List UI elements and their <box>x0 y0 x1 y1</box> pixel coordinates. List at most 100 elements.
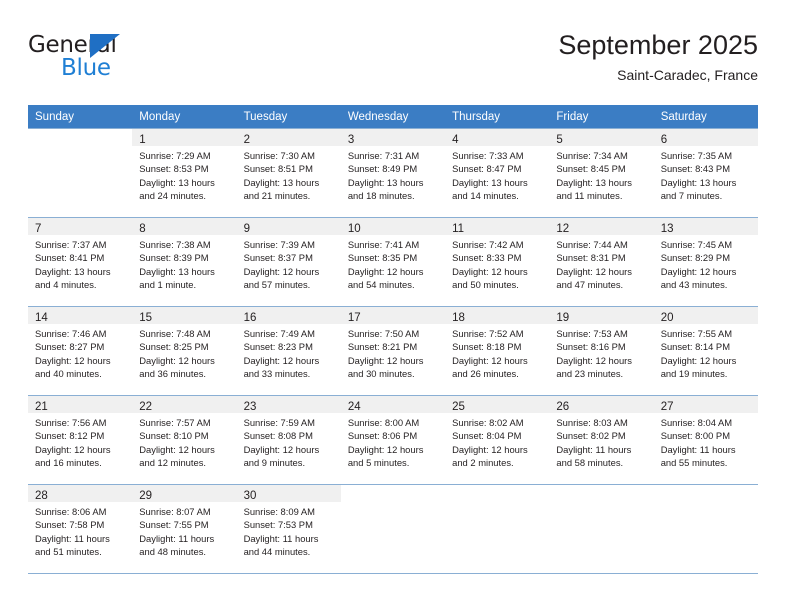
calendar-day-cell[interactable]: 19 Sunrise: 7:53 AM Sunset: 8:16 PM Dayligh… <box>549 306 654 396</box>
day-sunset-text: Sunset: 8:21 PM <box>347 341 418 353</box>
calendar-day-cell[interactable]: 9 Sunrise: 7:39 AM Sunset: 8:37 PM Daylight… <box>236 217 341 307</box>
day-daylight-1-text: Daylight: 12 hours <box>452 354 528 366</box>
day-number-bar <box>28 129 132 146</box>
day-daylight-1-text: Daylight: 12 hours <box>452 265 528 277</box>
day-daylight-1-text: Daylight: 12 hours <box>243 354 320 366</box>
day-info-block: Sunrise: 7:38 AM Sunset: 8:39 PM Daylight:… <box>132 235 236 292</box>
weekday-header-monday: Monday <box>132 105 237 129</box>
day-daylight-1-text: Daylight: 12 hours <box>243 443 320 455</box>
calendar-day-cell[interactable]: 18 Sunrise: 7:52 AM Sunset: 8:18 PM Dayligh… <box>445 306 550 396</box>
calendar-day-cell[interactable]: 5 Sunrise: 7:34 AM Sunset: 8:45 PM Daylight… <box>549 128 654 218</box>
calendar-empty-cell <box>28 128 133 218</box>
calendar-day-cell[interactable]: 28 Sunrise: 8:06 AM Sunset: 7:58 PM Dayligh… <box>28 484 133 574</box>
calendar-week-row: 14 Sunrise: 7:46 AM Sunset: 8:27 PM Dayligh… <box>28 306 758 396</box>
calendar-day-cell[interactable]: 22 Sunrise: 7:57 AM Sunset: 8:10 PM Dayligh… <box>132 395 237 485</box>
day-sunrise-text: Sunrise: 7:55 AM <box>660 328 733 339</box>
day-info-block <box>654 502 758 505</box>
day-daylight-2-text: and 9 minutes. <box>243 457 306 469</box>
day-number-bar: 21 <box>28 396 133 413</box>
day-sunrise-text: Sunrise: 7:30 AM <box>243 150 315 161</box>
day-sunrise-text: Sunrise: 7:52 AM <box>452 328 524 339</box>
day-daylight-2-text: and 48 minutes. <box>139 546 206 558</box>
day-daylight-2-text: and 19 minutes. <box>660 368 728 380</box>
calendar-day-cell[interactable]: 21 Sunrise: 7:56 AM Sunset: 8:12 PM Dayligh… <box>28 395 133 485</box>
day-number: 30 <box>243 490 257 502</box>
day-sunrise-text: Sunrise: 7:29 AM <box>139 150 211 161</box>
day-daylight-1-text: Daylight: 13 hours <box>243 176 320 188</box>
calendar-day-cell[interactable]: 27 Sunrise: 8:04 AM Sunset: 8:00 PM Dayligh… <box>653 395 758 485</box>
day-sunset-text: Sunset: 8:04 PM <box>452 430 522 442</box>
day-info-block <box>445 502 549 505</box>
day-number-bar: 28 <box>28 485 133 502</box>
day-number-bar: 27 <box>653 396 758 413</box>
day-daylight-1-text: Daylight: 13 hours <box>556 176 632 188</box>
day-cell-inner: 4 Sunrise: 7:33 AM Sunset: 8:47 PM Daylight… <box>445 129 550 217</box>
day-cell-inner: 1 Sunrise: 7:29 AM Sunset: 8:53 PM Daylight… <box>132 129 237 217</box>
day-number: 6 <box>660 134 668 146</box>
calendar-header-row: Sunday Monday Tuesday Wednesday Thursday Frid… <box>28 105 758 129</box>
calendar-day-cell[interactable]: 15 Sunrise: 7:48 AM Sunset: 8:25 PM Dayligh… <box>132 306 237 396</box>
calendar-day-cell[interactable]: 10 Sunrise: 7:41 AM Sunset: 8:35 PM Dayligh… <box>340 217 446 307</box>
day-daylight-1-text: Daylight: 12 hours <box>556 354 632 366</box>
day-number-bar <box>654 485 758 502</box>
day-daylight-2-text: and 5 minutes. <box>347 457 410 469</box>
day-sunset-text: Sunset: 8:12 PM <box>35 430 105 442</box>
calendar-day-cell[interactable]: 20 Sunrise: 7:55 AM Sunset: 8:14 PM Dayligh… <box>653 306 758 396</box>
calendar-day-cell[interactable]: 14 Sunrise: 7:46 AM Sunset: 8:27 PM Dayligh… <box>28 306 133 396</box>
calendar-day-cell[interactable]: 3 Sunrise: 7:31 AM Sunset: 8:49 PM Daylight… <box>340 128 446 218</box>
calendar-day-cell[interactable]: 8 Sunrise: 7:38 AM Sunset: 8:39 PM Daylight… <box>132 217 237 307</box>
calendar-day-cell[interactable]: 25 Sunrise: 8:02 AM Sunset: 8:04 PM Dayligh… <box>445 395 550 485</box>
day-daylight-2-text: and 14 minutes. <box>452 190 519 202</box>
day-sunset-text: Sunset: 8:02 PM <box>556 430 626 442</box>
day-daylight-1-text: Daylight: 13 hours <box>347 176 424 188</box>
day-daylight-1-text: Daylight: 12 hours <box>556 265 632 277</box>
day-number-bar: 10 <box>340 218 446 235</box>
calendar-body: 1 Sunrise: 7:29 AM Sunset: 8:53 PM Daylight… <box>28 128 758 574</box>
calendar-day-cell[interactable]: 6 Sunrise: 7:35 AM Sunset: 8:43 PM Daylight… <box>653 128 758 218</box>
day-sunrise-text: Sunrise: 7:57 AM <box>139 417 211 428</box>
weekday-headers: Sunday Monday Tuesday Wednesday Thursday Frid… <box>28 105 758 129</box>
calendar-day-cell[interactable]: 13 Sunrise: 7:45 AM Sunset: 8:29 PM Dayligh… <box>653 217 758 307</box>
day-number: 12 <box>556 223 570 235</box>
day-cell-inner: 15 Sunrise: 7:48 AM Sunset: 8:25 PM Dayligh… <box>132 307 237 395</box>
calendar-week-row: 28 Sunrise: 8:06 AM Sunset: 7:58 PM Dayligh… <box>28 484 758 574</box>
calendar-day-cell[interactable]: 26 Sunrise: 8:03 AM Sunset: 8:02 PM Dayligh… <box>549 395 654 485</box>
calendar-day-cell[interactable]: 17 Sunrise: 7:50 AM Sunset: 8:21 PM Dayligh… <box>340 306 446 396</box>
day-sunrise-text: Sunrise: 7:49 AM <box>243 328 315 339</box>
calendar-day-cell[interactable]: 29 Sunrise: 8:07 AM Sunset: 7:55 PM Dayligh… <box>132 484 237 574</box>
day-number: 22 <box>139 401 153 413</box>
calendar-day-cell[interactable]: 30 Sunrise: 8:09 AM Sunset: 7:53 PM Dayligh… <box>236 484 341 574</box>
day-number-bar: 20 <box>653 307 758 324</box>
day-daylight-2-text: and 1 minute. <box>139 279 197 291</box>
day-number-bar: 5 <box>549 129 654 146</box>
day-sunset-text: Sunset: 7:53 PM <box>243 519 313 531</box>
calendar-day-cell[interactable]: 1 Sunrise: 7:29 AM Sunset: 8:53 PM Daylight… <box>132 128 237 218</box>
calendar-day-cell[interactable]: 23 Sunrise: 7:59 AM Sunset: 8:08 PM Dayligh… <box>236 395 341 485</box>
day-daylight-2-text: and 54 minutes. <box>347 279 415 291</box>
day-info-block: Sunrise: 7:30 AM Sunset: 8:51 PM Daylight:… <box>237 146 341 203</box>
day-number: 26 <box>556 401 570 413</box>
calendar-day-cell[interactable]: 12 Sunrise: 7:44 AM Sunset: 8:31 PM Dayligh… <box>549 217 654 307</box>
day-number: 16 <box>243 312 257 324</box>
calendar-week-row: 1 Sunrise: 7:29 AM Sunset: 8:53 PM Daylight… <box>28 128 758 218</box>
day-number: 28 <box>35 490 48 502</box>
calendar-empty-cell <box>549 484 654 574</box>
calendar-day-cell[interactable]: 16 Sunrise: 7:49 AM Sunset: 8:23 PM Dayligh… <box>236 306 341 396</box>
weekday-header-friday: Friday <box>549 105 654 129</box>
day-sunset-text: Sunset: 8:29 PM <box>660 252 730 264</box>
calendar-day-cell[interactable]: 24 Sunrise: 8:00 AM Sunset: 8:06 PM Dayligh… <box>340 395 446 485</box>
day-sunrise-text: Sunrise: 7:33 AM <box>452 150 524 161</box>
calendar-day-cell[interactable]: 2 Sunrise: 7:30 AM Sunset: 8:51 PM Daylight… <box>236 128 341 218</box>
day-number: 15 <box>139 312 153 324</box>
day-cell-inner: 16 Sunrise: 7:49 AM Sunset: 8:23 PM Dayligh… <box>236 307 341 395</box>
calendar-day-cell[interactable]: 11 Sunrise: 7:42 AM Sunset: 8:33 PM Dayligh… <box>445 217 550 307</box>
day-daylight-2-text: and 50 minutes. <box>452 279 519 291</box>
calendar-day-cell[interactable]: 7 Sunrise: 7:37 AM Sunset: 8:41 PM Daylight… <box>28 217 133 307</box>
calendar-day-cell[interactable]: 4 Sunrise: 7:33 AM Sunset: 8:47 PM Daylight… <box>445 128 550 218</box>
day-daylight-1-text: Daylight: 13 hours <box>660 176 737 188</box>
day-sunrise-text: Sunrise: 7:48 AM <box>139 328 211 339</box>
day-daylight-2-text: and 33 minutes. <box>243 368 311 380</box>
day-number: 27 <box>660 401 674 413</box>
day-number-bar: 15 <box>132 307 237 324</box>
day-daylight-1-text: Daylight: 13 hours <box>35 265 111 277</box>
